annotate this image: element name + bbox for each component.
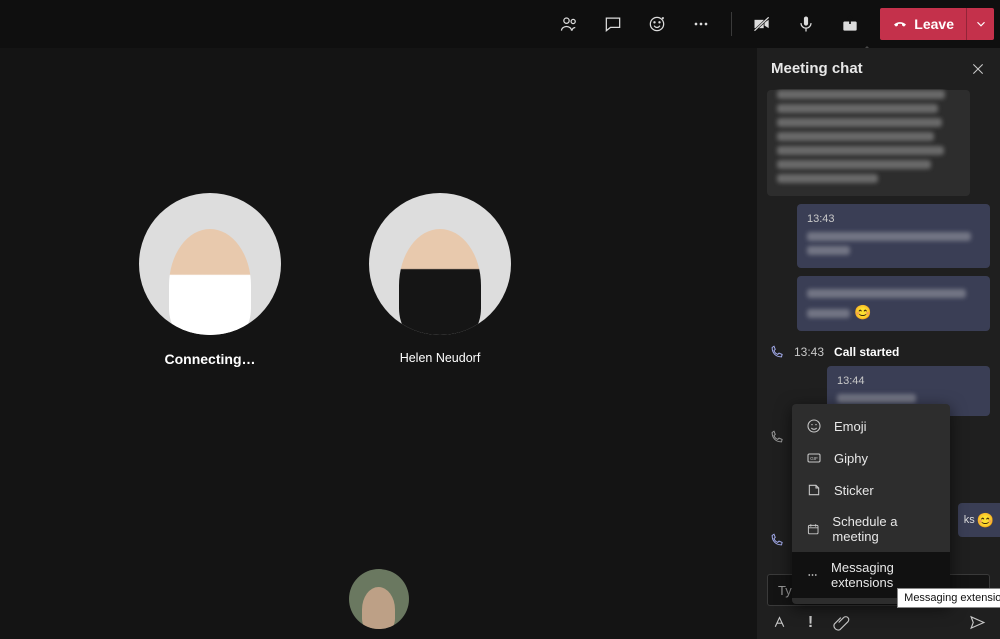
chat-message-sent[interactable]: 13:43: [797, 204, 990, 268]
menu-label: Sticker: [834, 483, 874, 498]
event-text: Call started: [834, 345, 899, 359]
participant-name: Helen Neudorf: [340, 351, 540, 365]
attach-icon[interactable]: [833, 614, 850, 631]
sticker-icon: [806, 482, 822, 498]
meeting-topbar: Leave: [0, 0, 1000, 48]
emoji-smile: 😊: [854, 303, 871, 323]
share-tray-icon: [840, 14, 860, 34]
share-content-button[interactable]: [830, 4, 870, 44]
priority-icon[interactable]: !: [802, 614, 819, 631]
send-icon[interactable]: [969, 614, 986, 631]
toolbar-divider: [731, 12, 732, 36]
menu-label: Messaging extensions: [831, 560, 936, 590]
calendar-icon: [806, 521, 820, 537]
menu-label: Emoji: [834, 419, 867, 434]
system-event-call-started: 13:43 Call started: [767, 339, 990, 366]
menu-label: Schedule a meeting: [832, 514, 936, 544]
self-pip[interactable]: [349, 569, 409, 629]
compose-placeholder: Ty: [778, 583, 792, 598]
reactions-icon: [647, 14, 667, 34]
menu-tooltip: Messaging extensions: [897, 588, 1000, 608]
format-icon[interactable]: [771, 614, 788, 631]
leave-options-button[interactable]: [966, 8, 994, 40]
leave-button-group: Leave: [880, 8, 994, 40]
phone-icon: [769, 345, 784, 360]
avatar: N U S T A DP AA: [369, 193, 511, 335]
svg-text:GIF: GIF: [810, 456, 818, 461]
chat-title: Meeting chat: [771, 60, 863, 77]
camera-off-icon: [752, 14, 772, 34]
chat-icon: [603, 14, 623, 34]
messaging-extensions-menu: Emoji GIF Giphy Sticker Schedule a meeti…: [792, 404, 950, 604]
people-button[interactable]: [549, 4, 589, 44]
chat-header: Meeting chat: [757, 48, 1000, 89]
chat-message-sent[interactable]: 😊: [797, 276, 990, 331]
more-icon: [806, 567, 819, 583]
chat-message-sent[interactable]: ks😊: [958, 503, 1000, 537]
leave-label: Leave: [914, 16, 954, 32]
people-icon: [559, 14, 579, 34]
more-icon: [691, 14, 711, 34]
participant-status: Connecting…: [110, 351, 310, 367]
compose-toolbar: !: [767, 606, 990, 633]
gif-icon: GIF: [806, 450, 822, 466]
avatar: I N N U S T A DP M A DA I: [139, 193, 281, 335]
meeting-chat-panel: Meeting chat 13:43 😊 13:43 Call st: [757, 48, 1000, 639]
menu-item-schedule-meeting[interactable]: Schedule a meeting: [792, 506, 950, 552]
mic-icon: [796, 14, 816, 34]
emoji-smile: 😊: [977, 512, 994, 529]
participant-tile-1[interactable]: I N N U S T A DP M A DA I Connecting…: [110, 193, 310, 367]
camera-toggle[interactable]: [742, 4, 782, 44]
message-timestamp: 13:44: [837, 374, 980, 389]
mic-toggle[interactable]: [786, 4, 826, 44]
more-actions-button[interactable]: [681, 4, 721, 44]
menu-item-emoji[interactable]: Emoji: [792, 410, 950, 442]
phone-icon: [769, 430, 784, 445]
event-timestamp: 13:43: [794, 345, 824, 359]
chat-button[interactable]: [593, 4, 633, 44]
hangup-icon: [892, 16, 908, 32]
message-timestamp: 13:43: [807, 212, 980, 227]
menu-label: Giphy: [834, 451, 868, 466]
reactions-button[interactable]: [637, 4, 677, 44]
chevron-down-icon: [974, 17, 988, 31]
chat-message-received[interactable]: [767, 90, 970, 196]
menu-item-sticker[interactable]: Sticker: [792, 474, 950, 506]
leave-button[interactable]: Leave: [880, 8, 966, 40]
participant-tile-2[interactable]: N U S T A DP AA Helen Neudorf: [340, 193, 540, 365]
phone-icon: [769, 533, 784, 548]
video-stage: I N N U S T A DP M A DA I Connecting… N …: [0, 48, 757, 639]
close-icon[interactable]: [970, 61, 986, 77]
menu-item-giphy[interactable]: GIF Giphy: [792, 442, 950, 474]
emoji-icon: [806, 418, 822, 434]
